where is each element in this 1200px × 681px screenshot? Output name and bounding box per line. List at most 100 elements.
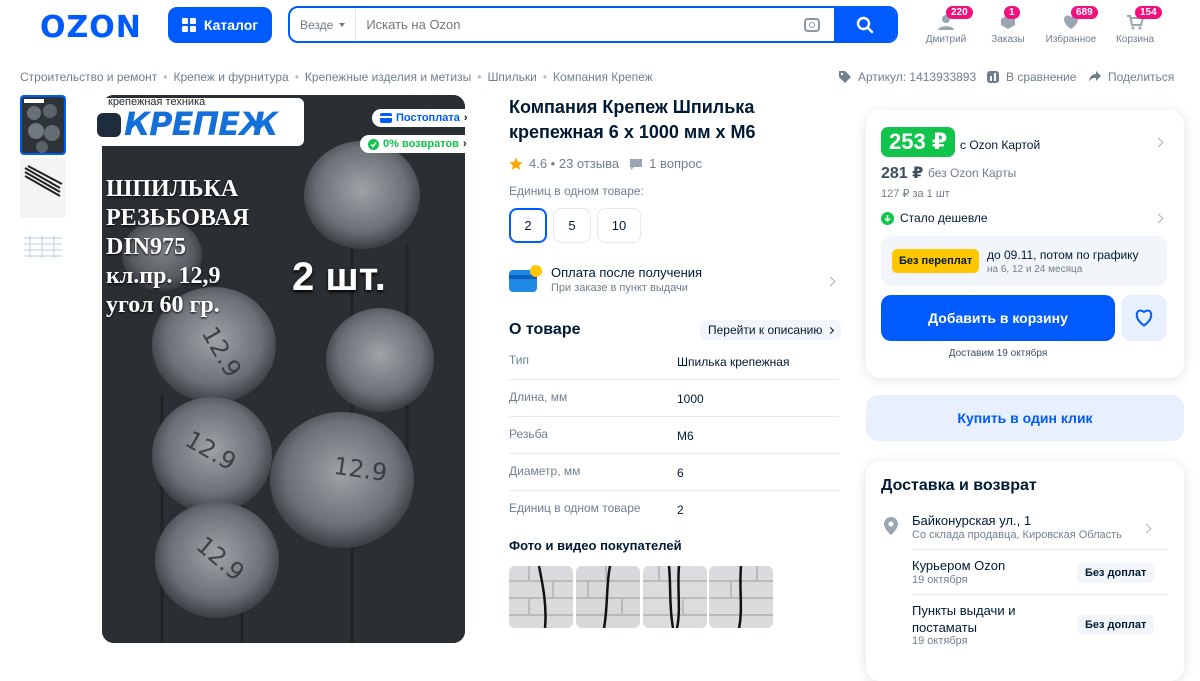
image-overlay-text: ШПИЛЬКА РЕЗЬБОВАЯ DIN975 кл.пр. 12,9 уго… (106, 176, 250, 318)
compare-label: В сравнение (1006, 70, 1077, 84)
chevron-down-icon (339, 22, 346, 27)
add-to-cart-button[interactable]: Добавить в корзину (881, 295, 1115, 341)
unit-option[interactable]: 5 (553, 208, 591, 243)
pickup-line2: постаматы (912, 620, 977, 635)
cart-badge: 154 (1135, 6, 1162, 19)
pickup-line1: Пункты выдачи и (912, 603, 1016, 618)
chat-icon (630, 158, 643, 170)
buy-one-click-button[interactable]: Купить в один клик (866, 395, 1184, 441)
nav-profile-label: Дмитрий (925, 34, 967, 45)
customer-photo[interactable] (643, 566, 707, 628)
spec-row: Длина, мм 1000 (509, 380, 839, 417)
catalog-button[interactable]: Каталог (168, 7, 272, 43)
spec-value: М6 (677, 429, 694, 443)
spec-value: Шпилька крепежная (677, 355, 790, 369)
sku-text: Артикул: 1413933893 (858, 70, 977, 84)
installment-line1: до 09.11, потом по графику (987, 248, 1139, 262)
breadcrumb-item[interactable]: Шпильки (487, 70, 536, 84)
search-bar: Везде (288, 6, 898, 43)
returns-badge[interactable]: 0% возвратов › (360, 135, 475, 153)
go-to-description-label: Перейти к описанию (708, 323, 823, 337)
postpay-badge[interactable]: Постоплата › (372, 109, 476, 127)
product-title: Компания Крепеж Шпилька крепежная 6 х 10… (509, 97, 756, 142)
nav-favorites-label: Избранное (1045, 34, 1097, 45)
customer-photo[interactable] (509, 566, 573, 628)
nav-cart-label: Корзина (1115, 34, 1155, 45)
price-with-card-label: с Ozon Картой (960, 138, 1041, 152)
nav-orders[interactable]: 1 Заказы (988, 6, 1028, 45)
spec-row: Диаметр, мм 6 (509, 454, 839, 491)
returns-label: 0% возвратов (383, 138, 459, 150)
breadcrumb-item[interactable]: Крепеж и фурнитура (173, 70, 288, 84)
customer-photo-image (576, 566, 640, 628)
thumbnail-image (20, 220, 66, 280)
breadcrumb-item[interactable]: Компания Крепеж (553, 70, 653, 84)
price-dropped-row[interactable]: Стало дешевле (881, 211, 988, 225)
gallery-thumbnail[interactable] (20, 95, 66, 155)
wallet-icon (509, 265, 542, 292)
divider (912, 594, 1168, 595)
price-dropped-label: Стало дешевле (900, 211, 988, 225)
pay-after-receipt-row[interactable]: Оплата после получения При заказе в пунк… (509, 262, 839, 302)
questions-link[interactable]: 1 вопрос (649, 156, 702, 171)
camera-icon[interactable] (804, 17, 820, 32)
favorite-button[interactable] (1121, 295, 1167, 341)
units-label: Единиц в одном товаре: (509, 184, 644, 198)
spec-key: Диаметр, мм (509, 464, 581, 478)
customer-photo[interactable] (576, 566, 640, 628)
search-button[interactable] (834, 8, 896, 41)
nav-cart[interactable]: 154 Корзина (1110, 6, 1162, 45)
tag-icon (839, 71, 851, 83)
share-label: Поделиться (1108, 70, 1175, 84)
grid-icon (181, 18, 196, 32)
customer-photo-image (709, 566, 773, 628)
rating-summary[interactable]: 4.6 • 23 отзыва 1 вопрос (509, 156, 702, 171)
profile-badge: 220 (946, 6, 973, 19)
unit-price: 127 ₽ за 1 шт (881, 188, 950, 200)
card-icon (380, 113, 392, 123)
customer-photo-image (509, 566, 573, 628)
nav-profile[interactable]: 220 Дмитрий (924, 6, 973, 45)
share-button[interactable]: Поделиться (1088, 70, 1174, 84)
breadcrumb-item[interactable]: Строительство и ремонт (20, 70, 157, 84)
search-input[interactable] (356, 17, 804, 32)
go-to-description-button[interactable]: Перейти к описанию (700, 320, 842, 340)
brand-magnifier-icon (97, 113, 121, 137)
thumbnail-image (22, 97, 64, 153)
spec-key: Тип (509, 353, 530, 367)
nav-favorites[interactable]: 689 Избранное (1042, 6, 1100, 45)
postpay-label: Постоплата (396, 112, 460, 124)
gallery-thumbnail[interactable] (20, 220, 66, 280)
divider (912, 549, 1168, 550)
image-quantity-label: 2 шт. (292, 255, 386, 299)
sku-copy[interactable]: Артикул: 1413933893 (838, 70, 976, 84)
price-with-card: 253 ₽ (881, 127, 956, 157)
price-regular-label: без Ozon Карты (928, 166, 1017, 180)
installment-badge: Без переплат (892, 249, 980, 273)
unit-option[interactable]: 2 (509, 208, 547, 243)
spec-key: Единиц в одном товаре (509, 501, 641, 515)
spec-value: 6 (677, 466, 684, 480)
nav-orders-label: Заказы (991, 34, 1025, 45)
installment-line2: на 6, 12 и 24 месяца (987, 264, 1083, 275)
delivery-address[interactable]: Байконурская ул., 1 (912, 513, 1031, 528)
heart-icon (1135, 309, 1153, 327)
pickup-badge: Без доплат (1077, 615, 1155, 635)
unit-option[interactable]: 10 (597, 208, 641, 243)
spec-row: Резьба М6 (509, 417, 839, 454)
gallery-thumbnail[interactable] (20, 158, 66, 218)
customer-photo[interactable] (709, 566, 773, 628)
pay-after-title: Оплата после получения (551, 265, 703, 280)
delivery-date-note: Доставим 19 октября (948, 348, 1048, 359)
search-scope-label: Везде (300, 17, 334, 32)
breadcrumb-item[interactable]: Крепежные изделия и метизы (305, 70, 471, 84)
spec-row: Единиц в одном товаре 2 (509, 491, 839, 528)
check-circle-icon (368, 138, 379, 150)
search-scope-select[interactable]: Везде (290, 8, 357, 41)
compare-button[interactable]: В сравнение (986, 70, 1076, 84)
catalog-label: Каталог (203, 17, 259, 33)
breadcrumb: Строительство и ремонт • Крепеж и фурниту… (20, 70, 653, 84)
chevron-right-icon (825, 276, 836, 287)
customer-photo-image (643, 566, 707, 628)
ozon-logo[interactable]: OZON (40, 10, 142, 45)
